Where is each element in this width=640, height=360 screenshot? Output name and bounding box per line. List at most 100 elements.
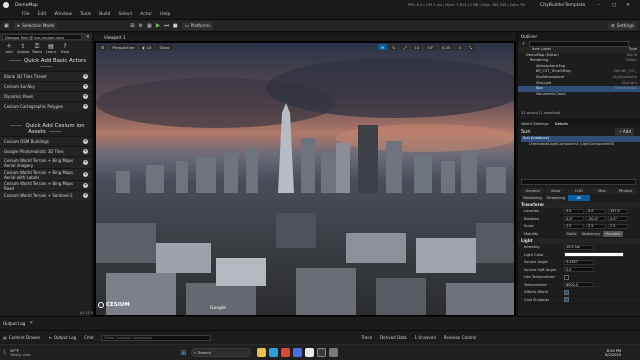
- menu-help[interactable]: Help: [160, 12, 170, 17]
- file-explorer-icon[interactable]: [256, 348, 266, 357]
- view-mode-button[interactable]: ◐ Lit: [139, 44, 155, 50]
- weather-widget[interactable]: 67°F Mostly clear: [10, 349, 31, 357]
- transform-label[interactable]: Location: [524, 209, 564, 213]
- plus-circle-icon[interactable]: +: [83, 149, 88, 154]
- cat-general[interactable]: General: [521, 187, 544, 194]
- light-prop-checkbox[interactable]: [564, 297, 569, 303]
- console-input[interactable]: Enter Console Command: [101, 334, 212, 341]
- plus-circle-icon[interactable]: +: [83, 183, 88, 188]
- step-icon[interactable]: ⏭: [164, 23, 169, 29]
- menu-actor[interactable]: Actor: [140, 12, 152, 17]
- platforms-button[interactable]: ▭ Platforms: [181, 21, 214, 30]
- settings-taskbar-icon[interactable]: [328, 348, 338, 357]
- terminal-icon[interactable]: [316, 348, 326, 357]
- grid-snap[interactable]: 10: [411, 44, 423, 50]
- clock[interactable]: 8:30 PM 5/2/2025: [605, 349, 621, 357]
- cesium-account-field[interactable]: Geospo Test @ ion.cesium.com: [2, 34, 82, 40]
- store-icon[interactable]: [292, 348, 302, 357]
- trace-button[interactable]: Trace: [361, 335, 372, 340]
- cat-misc[interactable]: Misc: [591, 187, 614, 194]
- menu-edit[interactable]: Edit: [38, 12, 47, 17]
- chrome-icon[interactable]: [280, 348, 290, 357]
- mobility-static[interactable]: Static: [564, 230, 579, 237]
- add-cartographic-polygon[interactable]: Cesium Cartographic Polygon +: [0, 101, 92, 111]
- mobility-movable[interactable]: Movable: [603, 230, 623, 237]
- menu-build[interactable]: Build: [99, 12, 110, 17]
- transform-value-field[interactable]: -50.4°: [586, 216, 606, 222]
- add-osm-buildings[interactable]: Cesium OSM Buildings +: [0, 136, 92, 146]
- revision-control-button[interactable]: Revision Control: [444, 335, 476, 340]
- cat-physics[interactable]: Physics: [614, 187, 637, 194]
- transform-label[interactable]: Rotation: [524, 217, 564, 221]
- plus-circle-icon[interactable]: +: [83, 193, 88, 198]
- selection-mode-button[interactable]: ➤ Selection Mode: [13, 21, 58, 30]
- derived-data-button[interactable]: Derived Data: [380, 335, 407, 340]
- menu-window[interactable]: Window: [54, 12, 72, 17]
- light-prop-checkbox[interactable]: [564, 274, 569, 280]
- minimize-icon[interactable]: –: [598, 3, 600, 8]
- quickadd-icon[interactable]: ⊞: [130, 23, 134, 29]
- maximize-viewport-icon[interactable]: ⤡: [465, 44, 475, 50]
- taskbar-search[interactable]: ⌕ Search: [190, 348, 251, 357]
- cat-rendering[interactable]: Rendering: [521, 194, 544, 201]
- translate-tool[interactable]: ✥: [378, 44, 388, 50]
- stop-icon[interactable]: ■: [173, 23, 178, 29]
- add-filter-icon[interactable]: ＋: [521, 41, 526, 47]
- details-search[interactable]: [521, 179, 636, 185]
- cat-actor[interactable]: Actor: [544, 187, 567, 194]
- settings-button[interactable]: ⚙ Settings: [608, 21, 637, 30]
- camera-speed[interactable]: 4: [455, 44, 464, 50]
- add-google-3d-tiles[interactable]: Google Photorealistic 3D Tiles +: [0, 146, 92, 156]
- edge-icon[interactable]: [268, 348, 278, 357]
- plus-circle-icon[interactable]: +: [83, 74, 88, 79]
- menu-file[interactable]: File: [22, 12, 30, 17]
- transform-label[interactable]: Scale: [524, 224, 564, 228]
- cmd-selector[interactable]: Cmd: [84, 335, 93, 340]
- light-prop-field[interactable]: 6500.0: [564, 282, 594, 288]
- viewport-tab[interactable]: Viewport 1: [104, 35, 126, 40]
- output-log-tab[interactable]: Output Log: [3, 321, 25, 326]
- transform-value-field[interactable]: 0.0: [564, 208, 584, 214]
- cat-lod[interactable]: LOD: [567, 187, 591, 194]
- scale-snap[interactable]: 0.25: [439, 44, 454, 50]
- light-prop-field[interactable]: 0.5357: [564, 259, 594, 265]
- show-button[interactable]: Show: [156, 44, 173, 50]
- plus-circle-icon[interactable]: +: [83, 139, 88, 144]
- rotate-tool[interactable]: ↻: [389, 44, 399, 50]
- transform-value-field[interactable]: 2.5: [608, 223, 628, 229]
- tab-details[interactable]: Details: [552, 121, 571, 126]
- plus-circle-icon[interactable]: +: [83, 104, 88, 109]
- add-terrain-sentinel[interactable]: Cesium World Terrain + Sentinel-2 +: [0, 190, 92, 200]
- viewport-menu-button[interactable]: ☰: [98, 44, 108, 50]
- outliner-search[interactable]: [528, 40, 629, 47]
- plus-circle-icon[interactable]: +: [83, 160, 88, 165]
- menu-tools[interactable]: Tools: [80, 12, 91, 17]
- close-icon[interactable]: ✕: [626, 3, 630, 8]
- cesium-add-button[interactable]: ＋ Add: [2, 43, 16, 54]
- light-color-swatch[interactable]: [564, 252, 624, 258]
- output-log-button[interactable]: ≡ Output Log: [49, 335, 77, 340]
- outliner-row[interactable]: VolumetricCloud: [518, 92, 640, 98]
- save-icon[interactable]: ▣: [4, 23, 9, 29]
- blueprint-icon[interactable]: ⚙: [139, 23, 143, 29]
- transform-value-field[interactable]: 337.5: [608, 208, 628, 214]
- add-terrain-bing-aerial[interactable]: Cesium World Terrain + Bing Maps Aerial …: [0, 156, 92, 168]
- cesium-upload-button[interactable]: ⇪ Upload: [16, 43, 30, 54]
- light-prop-field[interactable]: 10.0 lux: [564, 244, 594, 250]
- transform-value-field[interactable]: 2.5: [564, 223, 584, 229]
- play-icon[interactable]: ▶: [156, 22, 161, 29]
- perspective-button[interactable]: Perspective: [109, 44, 138, 50]
- transform-value-field[interactable]: 0.0°: [608, 216, 628, 222]
- level-tab[interactable]: DemoMap: [15, 3, 38, 8]
- plus-circle-icon[interactable]: +: [83, 172, 88, 177]
- close-output-icon[interactable]: ✕: [29, 321, 33, 326]
- add-component-button[interactable]: + Add: [615, 127, 634, 136]
- cesium-learn-button[interactable]: ▤ Learn: [44, 43, 58, 54]
- mobility-stationary[interactable]: Stationary: [579, 230, 603, 237]
- tab-world-settings[interactable]: World Settings: [518, 121, 552, 126]
- transform-value-field[interactable]: 2.5: [586, 223, 606, 229]
- cinematics-icon[interactable]: ▦: [147, 23, 152, 29]
- cesium-help-button[interactable]: ? Help: [58, 43, 72, 54]
- unreal-taskbar-icon[interactable]: [304, 348, 314, 357]
- add-sunsky[interactable]: Cesium SunSky +: [0, 81, 92, 91]
